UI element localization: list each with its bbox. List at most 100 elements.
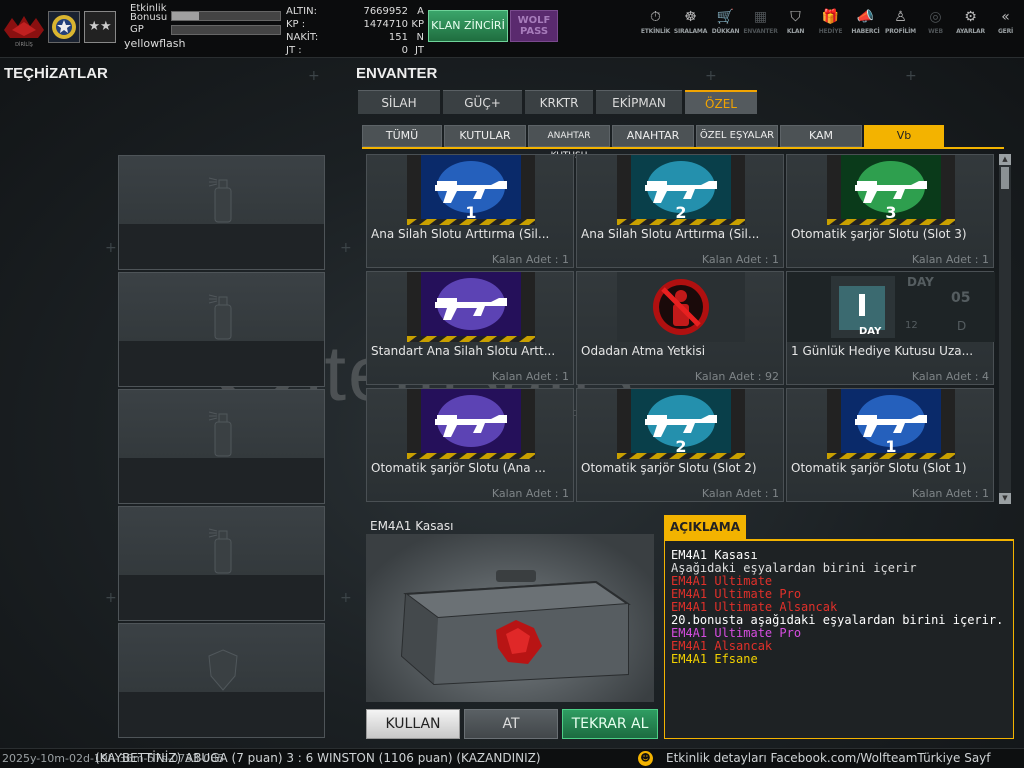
use-button[interactable]: KULLAN [366, 709, 460, 739]
nav-medal[interactable]: ☸ SIRALAMA [673, 8, 708, 35]
tab-4[interactable]: ÖZEL [685, 90, 757, 114]
buy-again-button[interactable]: TEKRAR AL [562, 709, 658, 739]
announcement-icon: ☻ [638, 751, 653, 766]
nav-gear[interactable]: ⚙ AYARLAR [953, 8, 988, 35]
ticker-announcement: Etkinlik detayları Facebook.com/Wolfteam… [666, 751, 991, 765]
currency-stats: ALTIN: 7669952 A KP :1474710 KP NAKİT: 151 N JT … [286, 5, 424, 57]
item-thumbnail: 2 [609, 155, 747, 225]
megaphone-icon: 📣 [856, 9, 875, 25]
tab-2[interactable]: KRKTR [525, 90, 593, 114]
item-name: Otomatik şarjör Slotu (Ana ... [371, 461, 546, 475]
scroll-up-arrow[interactable]: ▲ [999, 154, 1011, 165]
spray-can-icon [208, 177, 232, 223]
scroll-down-arrow[interactable]: ▼ [999, 493, 1011, 504]
selected-item-title: EM4A1 Kasası [370, 519, 454, 533]
item-quantity: Kalan Adet : 92 [694, 370, 779, 383]
decor-plus: + [105, 240, 117, 256]
description-box: EM4A1 Kasası Aşağıdaki eşyalardan birini … [664, 539, 1014, 739]
equipment-title: TEÇHİZATLAR [4, 65, 108, 82]
subtab-0[interactable]: TÜMÜ [362, 125, 442, 147]
spray-can-icon [208, 411, 232, 457]
username: yellowflash [124, 37, 186, 50]
nav-label: AYARLAR [956, 28, 985, 35]
inventory-item[interactable]: 1 Ana Silah Slotu Arttırma (Sil... Kalan A… [366, 154, 574, 268]
tab-1[interactable]: GÜÇ+ [443, 90, 522, 114]
stat-value: 0 [401, 45, 408, 56]
subtab-4[interactable]: ÖZEL EŞYALAR [696, 125, 778, 147]
event-bonus-label: Etkinlik Bonusu [130, 3, 168, 23]
stat-label: KP : [286, 19, 306, 30]
shield-icon: ⛉ [790, 9, 801, 25]
stat-label: NAKİT: [286, 32, 319, 43]
stat-unit: KP [411, 19, 424, 30]
ticker-message: (KAYBETTİNİZ) ABUGA (7 puan) 3 : 6 WINST… [95, 751, 541, 765]
nav-label: PROFİLİM [885, 28, 916, 35]
nav-label: KLAN [786, 28, 805, 35]
item-quantity: Kalan Adet : 1 [491, 370, 569, 383]
equipment-slot[interactable] [118, 506, 325, 621]
equipment-slot[interactable] [118, 155, 325, 270]
svg-text:2: 2 [675, 437, 686, 456]
stopwatch-icon: ⏱ [650, 9, 661, 25]
nav-profile[interactable]: ♙ PROFİLİM [883, 8, 918, 35]
item-name: Otomatik şarjör Slotu (Slot 1) [791, 461, 967, 475]
subtab-underline [362, 147, 1004, 149]
nav-back[interactable]: « GERİ [988, 8, 1023, 35]
stat-unit: JT [414, 45, 424, 56]
nav-shield[interactable]: ⛉ KLAN [778, 8, 813, 35]
description-line: EM4A1 Efsane [671, 652, 758, 666]
tab-3[interactable]: EKİPMAN [596, 90, 682, 114]
stat-row: NAKİT: 151 N [286, 31, 424, 44]
inventory-item[interactable]: 3 Otomatik şarjör Slotu (Slot 3) Kalan Ade… [786, 154, 994, 268]
inventory-item[interactable]: Odadan Atma Yetkisi Kalan Adet : 92 [576, 271, 784, 385]
stat-unit: N [416, 32, 424, 43]
equipment-slot[interactable] [118, 389, 325, 504]
description-tab[interactable]: AÇIKLAMA [664, 515, 746, 539]
discard-button[interactable]: AT [464, 709, 558, 739]
equipment-slot[interactable] [118, 623, 325, 738]
nav-stopwatch[interactable]: ⏱ ETKİNLİK [638, 8, 673, 35]
clan-emblem[interactable] [48, 11, 80, 43]
subtab-2[interactable]: ANAHTAR KUTUSU [528, 125, 610, 161]
wolf-pass-button[interactable]: WOLF PASS [510, 10, 558, 42]
svg-text:DAY: DAY [859, 326, 882, 337]
nav-cart[interactable]: 🛒 DÜKKAN [708, 8, 743, 35]
item-thumbnail [617, 272, 745, 342]
nav-gift[interactable]: 🎁 HEDİYE [813, 8, 848, 35]
klan-zinciri-button[interactable]: KLAN ZİNCİRİ [428, 10, 508, 42]
subtab-6[interactable]: Vb [864, 125, 944, 147]
tab-0[interactable]: SİLAH [358, 90, 440, 114]
medal-icon: ☸ [684, 9, 697, 25]
inventory-item[interactable]: Otomatik şarjör Slotu (Ana ... Kalan Adet… [366, 388, 574, 502]
stat-unit: A [417, 6, 424, 17]
decor-plus: + [340, 240, 352, 256]
nav-inventory[interactable]: ▦ ENVANTER [743, 8, 778, 35]
item-thumbnail [399, 389, 537, 459]
svg-text:D: D [957, 319, 966, 333]
inventory-subtabs: TÜMÜKUTULARANAHTAR KUTUSUANAHTARÖZEL EŞY… [362, 125, 946, 161]
nav-label: SIRALAMA [673, 28, 708, 35]
equipment-slot[interactable] [118, 272, 325, 387]
subtab-1[interactable]: KUTULAR [444, 125, 526, 147]
svg-text:2: 2 [675, 203, 686, 222]
svg-text:1: 1 [885, 437, 896, 456]
globe-icon: ◎ [929, 9, 942, 25]
subtab-3[interactable]: ANAHTAR [612, 125, 694, 147]
spray-can-icon [208, 528, 232, 574]
inventory-item[interactable]: 2 Otomatik şarjör Slotu (Slot 2) Kalan Ade… [576, 388, 784, 502]
item-thumbnail: 2 [609, 389, 747, 459]
inventory-item[interactable]: Standart Ana Silah Slotu Artt... Kalan Ad… [366, 271, 574, 385]
stat-value: 7669952 [363, 6, 408, 17]
inventory-tabs: SİLAH GÜÇ+ KRKTR EKİPMAN ÖZEL [358, 90, 760, 114]
decor-plus: + [105, 590, 117, 606]
inventory-item[interactable]: 2 Ana Silah Slotu Arttırma (Sil... Kalan A… [576, 154, 784, 268]
item-thumbnail: 1 [819, 389, 957, 459]
nav-globe[interactable]: ◎ WEB [918, 8, 953, 35]
scroll-thumb[interactable] [1001, 167, 1009, 189]
item-grid-scrollbar[interactable]: ▲ ▼ [999, 154, 1011, 504]
nav-megaphone[interactable]: 📣 HABERCİ [848, 8, 883, 35]
nav-label: ENVANTER [743, 28, 778, 35]
inventory-item[interactable]: DAY DAY 05 12 D 1 Günlük Hediye Kutusu Uza...… [786, 271, 995, 385]
subtab-5[interactable]: KAM [780, 125, 862, 147]
inventory-item[interactable]: 1 Otomatik şarjör Slotu (Slot 1) Kalan Ade… [786, 388, 994, 502]
